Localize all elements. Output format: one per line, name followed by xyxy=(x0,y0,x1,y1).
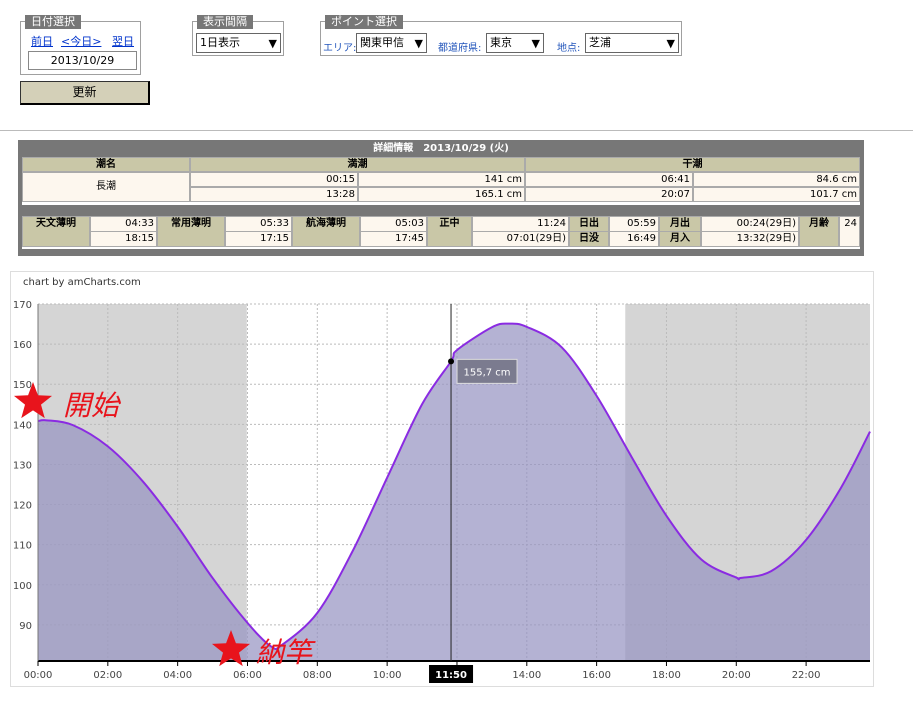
sunrise-time: 05:59 xyxy=(609,216,659,232)
point-panel: ポイント選択 エリア: 関東甲信 ▼ 都道府県: 東京 ▼ 地点: 芝浦 ▼ xyxy=(320,15,682,56)
chevron-down-icon: ▼ xyxy=(531,37,540,50)
date-panel-legend: 日付選択 xyxy=(25,15,81,29)
x-tick-label: 18:00 xyxy=(652,670,681,681)
prefecture-select-value: 東京 xyxy=(490,36,512,49)
moon-age-label: 月齢 xyxy=(799,216,839,247)
x-tick-label: 06:00 xyxy=(233,670,262,681)
x-tick-label: 22:00 xyxy=(792,670,821,681)
civil-twilight-label: 常用薄明 xyxy=(157,216,225,247)
high-time-2: 13:28 xyxy=(190,187,358,202)
high-time-1: 00:15 xyxy=(190,172,358,187)
x-tick-label: 08:00 xyxy=(303,670,332,681)
x-tick-label: 20:00 xyxy=(722,670,751,681)
next-day-link[interactable]: 翌日 xyxy=(112,33,134,49)
high-tide-header: 満潮 xyxy=(190,157,525,172)
detail-title: 詳細情報 2013/10/29 (火) xyxy=(373,143,509,154)
spot-select-value: 芝浦 xyxy=(589,36,611,49)
today-link[interactable]: <今日> xyxy=(61,33,101,49)
nautical-twilight-am: 05:03 xyxy=(360,216,427,232)
moonrise-time: 00:24(29日) xyxy=(701,216,799,232)
y-tick-label: 170 xyxy=(13,300,32,311)
sunrise-label: 日出 xyxy=(569,216,609,232)
area-select-value: 関東甲信 xyxy=(360,36,404,49)
y-tick-label: 140 xyxy=(13,420,32,431)
update-button[interactable]: 更新 xyxy=(20,81,150,105)
tide-chart-container: chart by amCharts.com 90 100 110 120 130 140 15… xyxy=(10,271,874,687)
prev-day-link[interactable]: 前日 xyxy=(31,33,53,49)
noon-label: 正中 xyxy=(427,216,472,247)
cursor-point xyxy=(448,358,455,365)
x-tick-label: 02:00 xyxy=(93,670,122,681)
interval-panel-legend: 表示間隔 xyxy=(197,15,253,29)
low-tide-header: 干潮 xyxy=(525,157,860,172)
interval-panel: 表示間隔 1日表示 ▼ xyxy=(192,15,284,56)
end-annotation: 納竿 xyxy=(256,636,316,669)
noon-moon: 07:01(29日) xyxy=(472,231,569,247)
astro-table: 天文薄明 04:33 18:15 常用薄明 05:33 17:15 航海薄明 0… xyxy=(22,216,860,249)
astro-twilight-am: 04:33 xyxy=(90,216,157,232)
sunset-label: 日没 xyxy=(569,231,609,247)
astro-twilight-label: 天文薄明 xyxy=(22,216,90,247)
x-tick-label: 10:00 xyxy=(373,670,402,681)
y-tick-label: 90 xyxy=(19,621,32,632)
tide-name-header: 潮名 xyxy=(22,157,190,172)
area-select[interactable]: 関東甲信 ▼ xyxy=(356,33,427,53)
x-tick-label: 00:00 xyxy=(24,670,53,681)
low-level-1: 84.6 cm xyxy=(693,172,860,187)
divider xyxy=(0,130,913,131)
high-level-2: 165.1 cm xyxy=(358,187,525,202)
civil-twilight-pm: 17:15 xyxy=(225,231,292,247)
moonset-time: 13:32(29日) xyxy=(701,231,799,247)
moon-age: 24 xyxy=(839,216,860,247)
chevron-down-icon: ▼ xyxy=(268,37,277,50)
point-panel-legend: ポイント選択 xyxy=(325,15,403,29)
astro-twilight-pm: 18:15 xyxy=(90,231,157,247)
date-panel: 日付選択 前日 <今日> 翌日 2013/10/29 xyxy=(20,15,141,75)
x-tick-label: 04:00 xyxy=(163,670,192,681)
detail-panel: 詳細情報 2013/10/29 (火) 潮名 満潮 干潮 長潮 00:15 14… xyxy=(18,140,864,256)
high-level-1: 141 cm xyxy=(358,172,525,187)
civil-twilight-am: 05:33 xyxy=(225,216,292,232)
y-tick-label: 150 xyxy=(13,380,32,391)
y-tick-label: 130 xyxy=(13,460,32,471)
nautical-twilight-pm: 17:45 xyxy=(360,231,427,247)
tide-table: 潮名 満潮 干潮 長潮 00:15 141 cm 06:41 84.6 cm 1… xyxy=(22,157,860,205)
interval-select[interactable]: 1日表示 ▼ xyxy=(196,33,281,53)
prefecture-label: 都道府県: xyxy=(438,43,482,54)
low-level-2: 101.7 cm xyxy=(693,187,860,202)
x-tick-label: 14:00 xyxy=(512,670,541,681)
low-time-2: 20:07 xyxy=(525,187,693,202)
moonset-label: 月入 xyxy=(659,231,701,247)
chart-credit: chart by amCharts.com xyxy=(23,277,141,288)
noon-sun: 11:24 xyxy=(472,216,569,232)
spot-label: 地点: xyxy=(557,43,581,54)
moonrise-label: 月出 xyxy=(659,216,701,232)
nautical-twilight-label: 航海薄明 xyxy=(292,216,360,247)
sunset-time: 16:49 xyxy=(609,231,659,247)
y-tick-label: 100 xyxy=(13,581,32,592)
interval-select-value: 1日表示 xyxy=(200,36,240,49)
chevron-down-icon: ▼ xyxy=(666,37,675,50)
y-tick-label: 120 xyxy=(13,501,32,512)
tide-name: 長潮 xyxy=(22,172,190,202)
x-tick-label: 16:00 xyxy=(582,670,611,681)
start-annotation: 開始 xyxy=(63,389,122,422)
low-time-1: 06:41 xyxy=(525,172,693,187)
prefecture-select[interactable]: 東京 ▼ xyxy=(486,33,544,53)
cursor-time-label: 11:50 xyxy=(435,670,467,681)
chevron-down-icon: ▼ xyxy=(414,37,423,50)
area-label: エリア: xyxy=(323,43,357,54)
spot-select[interactable]: 芝浦 ▼ xyxy=(585,33,679,53)
y-tick-label: 110 xyxy=(13,541,32,552)
y-tick-label: 160 xyxy=(13,340,32,351)
date-input[interactable]: 2013/10/29 xyxy=(28,51,137,70)
cursor-value-label: 155,7 cm xyxy=(464,367,511,378)
tide-chart[interactable]: chart by amCharts.com 90 100 110 120 130 140 15… xyxy=(11,272,875,688)
